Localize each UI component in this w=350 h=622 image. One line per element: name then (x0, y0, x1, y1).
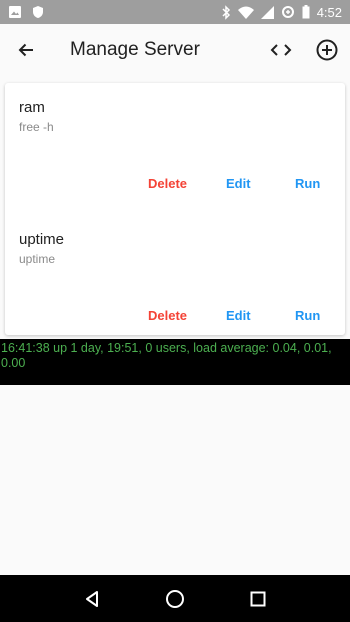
arrow-back-icon (18, 43, 33, 57)
delete-button[interactable]: Delete (148, 308, 187, 323)
code-icon (270, 44, 292, 56)
edit-button[interactable]: Edit (226, 176, 251, 191)
command-text: uptime (19, 252, 56, 266)
command-item: ram free -h Delete Edit Run (5, 83, 345, 209)
recents-square-icon (250, 591, 266, 606)
nav-recents-button[interactable] (238, 579, 278, 619)
command-name: uptime (19, 231, 65, 248)
shield-icon (32, 5, 44, 19)
commands-card: ram free -h Delete Edit Run uptime uptim… (5, 83, 345, 335)
status-bar: 4:52 (0, 0, 350, 24)
navigation-bar (0, 575, 350, 622)
app-bar: Manage Server (0, 24, 350, 76)
run-button[interactable]: Run (295, 176, 320, 191)
image-icon (8, 5, 22, 19)
page-title: Manage Server (70, 39, 200, 60)
command-name: ram (19, 99, 45, 116)
code-button[interactable] (258, 24, 304, 76)
add-button[interactable] (304, 24, 350, 76)
signal-icon (260, 5, 274, 19)
battery-icon (302, 5, 310, 19)
edit-button[interactable]: Edit (226, 308, 251, 323)
bluetooth-icon (221, 4, 231, 20)
data-saver-icon (281, 5, 295, 19)
terminal-output: 16:41:38 up 1 day, 19:51, 0 users, load … (0, 339, 350, 385)
back-button[interactable] (0, 24, 52, 76)
wifi-icon (237, 6, 254, 19)
nav-back-button[interactable] (72, 579, 112, 619)
add-circle-icon (316, 39, 338, 61)
command-text: free -h (19, 120, 54, 134)
back-triangle-icon (85, 590, 98, 607)
run-button[interactable]: Run (295, 308, 320, 323)
command-item: uptime uptime Delete Edit Run (5, 215, 345, 341)
status-time: 4:52 (316, 4, 342, 20)
home-circle-icon (165, 589, 184, 608)
nav-home-button[interactable] (155, 579, 195, 619)
delete-button[interactable]: Delete (148, 176, 187, 191)
